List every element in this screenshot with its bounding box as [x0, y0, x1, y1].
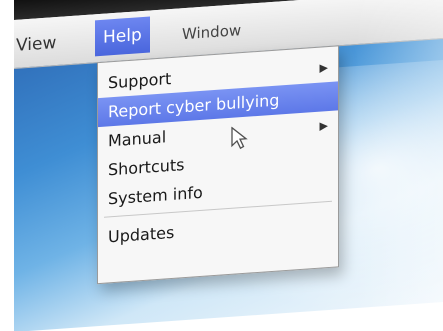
chevron-right-icon: ▶ [319, 119, 328, 133]
menu-item-label: Manual [108, 127, 167, 151]
menu-item-updates[interactable]: Updates [98, 206, 338, 252]
screen: View Help Window Support ▶ Report cyber … [0, 0, 443, 331]
tilted-display: View Help Window Support ▶ Report cyber … [14, 0, 443, 331]
menu-item-label: System info [108, 182, 203, 209]
menu-window[interactable]: Window [182, 14, 241, 50]
help-dropdown-menu: Support ▶ Report cyber bullying Manual ▶… [97, 45, 339, 285]
chevron-right-icon: ▶ [319, 61, 328, 75]
menu-help[interactable]: Help [95, 16, 150, 57]
menu-item-label: Shortcuts [108, 155, 185, 180]
menu-item-label: Updates [108, 222, 175, 247]
menu-item-label: Support [108, 69, 172, 93]
menu-view[interactable]: View [16, 27, 56, 62]
